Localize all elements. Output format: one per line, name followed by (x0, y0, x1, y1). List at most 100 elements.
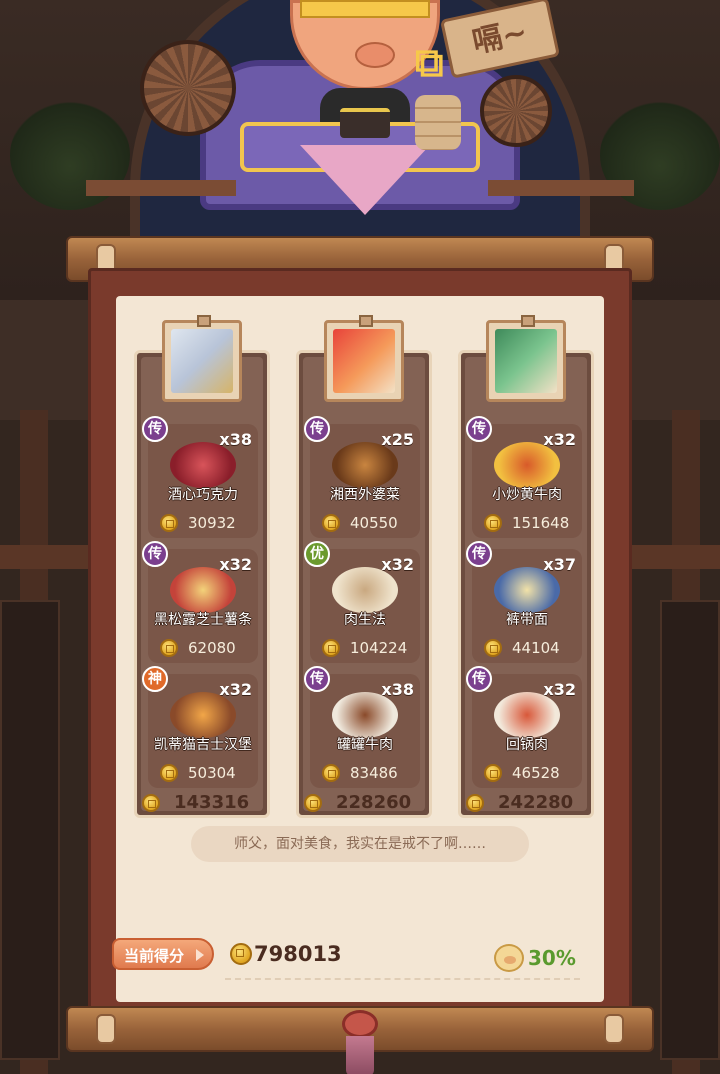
dish-count: x32 (219, 680, 252, 699)
clip-icon (521, 315, 535, 327)
hero-face-icon (495, 329, 557, 393)
coin-icon (322, 764, 340, 782)
grade-badge: 传 (304, 666, 330, 692)
grade-badge: 传 (304, 416, 330, 442)
dish-price-row: 83486 (322, 764, 398, 782)
dish-name: 小炒黄牛肉 (492, 487, 562, 503)
column-total: 242280 (466, 792, 573, 813)
dish-price-row: 40550 (322, 514, 398, 532)
dish-price-row: 30932 (160, 514, 236, 532)
hero-portrait-3[interactable] (486, 315, 566, 402)
dish-price: 104224 (350, 639, 408, 657)
coin-icon (142, 793, 160, 812)
rod-knob (96, 1014, 116, 1044)
tassel-icon (332, 1010, 388, 1074)
dish-price: 50304 (188, 764, 236, 782)
right-railing (488, 180, 634, 196)
stew-icon (332, 442, 398, 488)
hero-portrait-2[interactable] (324, 315, 404, 402)
noodle-plate-icon (332, 567, 398, 613)
dish-name: 黑松露芝士薯条 (154, 612, 252, 628)
rod-knob (604, 1014, 624, 1044)
dish-price: 62080 (188, 639, 236, 657)
tassel-fringe (346, 1036, 374, 1074)
tassel-knot (342, 1010, 378, 1038)
chef-speech-bubble: 师父，面对美食，我实在是戒不了啊…… (191, 826, 529, 862)
total-score-value: 798013 (254, 942, 342, 966)
dish-price: 83486 (350, 764, 398, 782)
dish-price-row: 50304 (160, 764, 236, 782)
chef-pig-scene: ⧉ 嗝~ (140, 0, 570, 235)
dish-card[interactable]: 传 x32 回锅肉 46528 (466, 666, 582, 788)
clip-icon (197, 315, 211, 327)
dish-price-row: 104224 (322, 639, 407, 657)
dashed-divider (225, 978, 580, 980)
dish-count: x38 (381, 680, 414, 699)
grade-badge: 传 (142, 416, 168, 442)
dish-card[interactable]: 神 x32 凯蒂猫吉士汉堡 50304 (142, 666, 258, 788)
dish-price: 151648 (512, 514, 570, 532)
dish-price: 40550 (350, 514, 398, 532)
dish-card[interactable]: 传 x38 罐罐牛肉 83486 (304, 666, 420, 788)
bonus-percent-value: 30% (528, 946, 576, 970)
dish-count: x37 (543, 555, 576, 574)
column-total-value: 242280 (498, 792, 574, 813)
crown-icon (300, 0, 430, 18)
pork-plate-icon (494, 692, 560, 738)
column-total-value: 228260 (336, 792, 412, 813)
dish-card[interactable]: 传 x25 湘西外婆菜 40550 (304, 416, 420, 538)
column-total: 228260 (304, 792, 411, 813)
steamer-icon (415, 95, 461, 150)
left-fan-icon (140, 40, 236, 136)
dish-card[interactable]: 传 x37 裤带面 44104 (466, 541, 582, 663)
stirfry-beef-icon (494, 442, 560, 488)
pot-icon (340, 108, 390, 138)
hero-face-icon (171, 329, 233, 393)
coin-icon (304, 793, 322, 812)
dish-count: x32 (543, 680, 576, 699)
dish-card[interactable]: 优 x32 肉生法 104224 (304, 541, 420, 663)
chocolate-icon (170, 442, 236, 488)
grade-badge: 传 (142, 541, 168, 567)
dish-name: 湘西外婆菜 (330, 487, 400, 503)
burp-sign: 嗝~ (439, 0, 561, 79)
pig-snout (355, 42, 395, 68)
coin-icon (484, 514, 502, 532)
dish-price-row: 44104 (484, 639, 560, 657)
grade-badge: 传 (466, 416, 492, 442)
coin-icon (230, 943, 252, 965)
hero-portrait-1[interactable] (162, 315, 242, 402)
dish-price: 44104 (512, 639, 560, 657)
hero-face-icon (333, 329, 395, 393)
coin-icon (484, 764, 502, 782)
left-railing (86, 180, 236, 196)
dish-name: 罐罐牛肉 (337, 737, 393, 753)
dish-price: 46528 (512, 764, 560, 782)
total-score: 798013 (230, 942, 342, 966)
dish-price: 30932 (188, 514, 236, 532)
dish-count: x38 (219, 430, 252, 449)
dish-name: 凯蒂猫吉士汉堡 (154, 737, 252, 753)
pig-coin-icon (494, 944, 524, 972)
bonus-percent: 30% (494, 944, 576, 972)
coin-icon (322, 514, 340, 532)
grade-badge: 神 (142, 666, 168, 692)
grade-badge: 传 (466, 666, 492, 692)
dish-count: x32 (543, 430, 576, 449)
current-score-button[interactable]: 当前得分 (112, 938, 214, 970)
dish-price-row: 46528 (484, 764, 560, 782)
coin-icon (160, 514, 178, 532)
dish-card[interactable]: 传 x38 酒心巧克力 30932 (142, 416, 258, 538)
grade-badge: 优 (304, 541, 330, 567)
dish-card[interactable]: 传 x32 黑松露芝士薯条 62080 (142, 541, 258, 663)
dish-count: x32 (381, 555, 414, 574)
dish-name: 回锅肉 (506, 737, 548, 753)
dish-price-row: 151648 (484, 514, 569, 532)
grade-badge: 传 (466, 541, 492, 567)
column-total-value: 143316 (174, 792, 250, 813)
dish-card[interactable]: 传 x32 小炒黄牛肉 151648 (466, 416, 582, 538)
fries-icon (170, 567, 236, 613)
dish-name: 酒心巧克力 (168, 487, 238, 503)
column-total: 143316 (142, 792, 249, 813)
coin-icon (484, 639, 502, 657)
